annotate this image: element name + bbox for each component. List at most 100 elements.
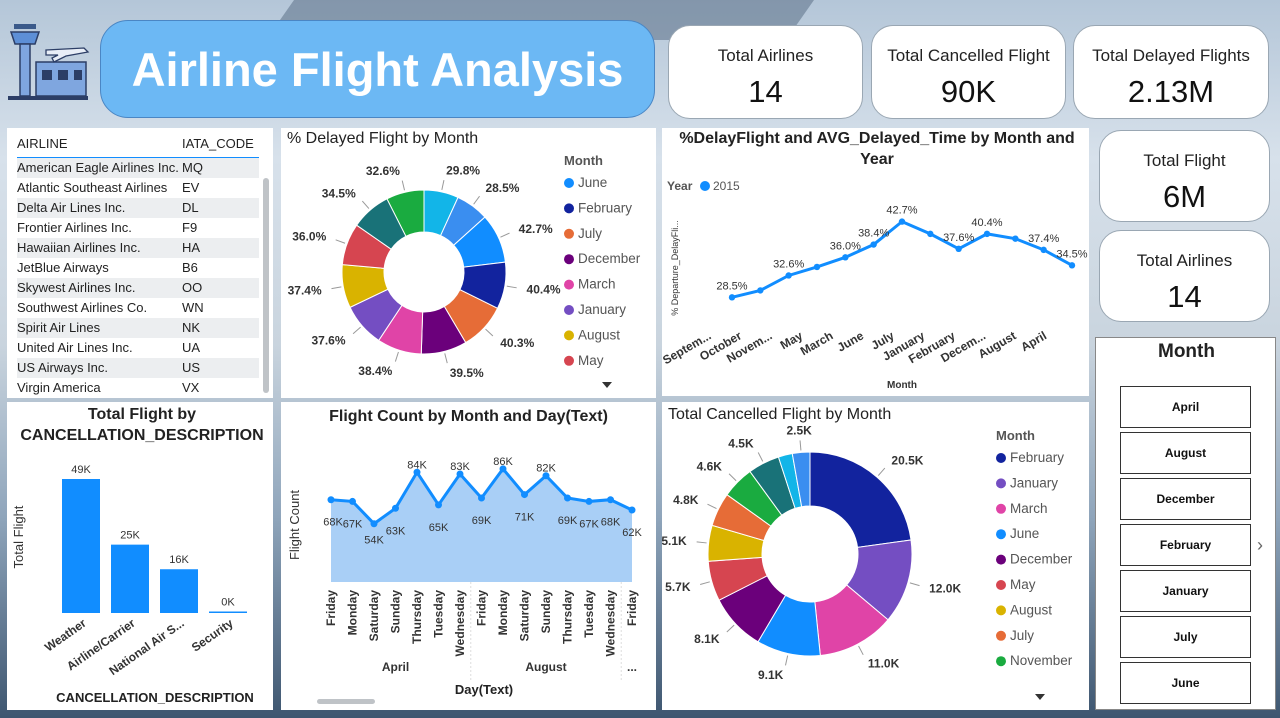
y-axis-label: Total Flight <box>11 505 26 568</box>
table-row[interactable]: Delta Air Lines Inc. DL <box>17 198 259 218</box>
table-row[interactable]: Frontier Airlines Inc. F9 <box>17 218 259 238</box>
x-tick-label: Sunday <box>539 590 553 634</box>
slicer-item-january[interactable]: January <box>1120 570 1251 612</box>
legend-item: 2015 <box>713 179 740 193</box>
legend-item: July <box>1010 628 1034 643</box>
series-point <box>813 263 821 271</box>
airline-name: US Airways Inc. <box>17 360 109 375</box>
table-row[interactable]: Hawaiian Airlines Inc. HA <box>17 238 259 258</box>
point-data-label: 65K <box>429 522 449 534</box>
slice-data-label: 4.6K <box>697 460 723 474</box>
legend-item: May <box>1010 577 1036 592</box>
x-tick-label: Sunday <box>389 590 403 634</box>
series-point <box>927 230 934 238</box>
point-data-label: 86K <box>493 456 513 468</box>
table-row[interactable]: Skywest Airlines Inc. OO <box>17 278 259 298</box>
bar-data-label: 49K <box>71 464 91 476</box>
column-header-airline[interactable]: AIRLINE <box>17 136 68 151</box>
x-tick-label: Thursday <box>561 590 575 644</box>
airline-name: Frontier Airlines Inc. <box>17 220 132 235</box>
slice-data-label: 32.6% <box>366 164 400 178</box>
slicer-item-february[interactable]: February <box>1120 524 1251 566</box>
table-row[interactable]: Spirit Air Lines NK <box>17 318 259 338</box>
chevron-right-icon[interactable]: › <box>1257 535 1263 556</box>
table-row[interactable]: JetBlue Airways B6 <box>17 258 259 278</box>
point-data-label: 68K <box>323 517 343 529</box>
legend-marker <box>996 605 1006 616</box>
slicer-item-december[interactable]: December <box>1120 478 1251 520</box>
delay-trend-panel: %DelayFlight and AVG_Delayed_Time by Mon… <box>662 128 1089 396</box>
x-tick-label: Thursday <box>410 590 424 644</box>
slicer-item-june[interactable]: June <box>1120 662 1251 704</box>
x-tick-label: Tuesday <box>432 590 446 638</box>
table-row[interactable]: American Eagle Airlines Inc. MQ <box>17 158 259 178</box>
slicer-item-july[interactable]: July <box>1120 616 1251 658</box>
leader-line <box>877 467 886 476</box>
airline-name: Southwest Airlines Co. <box>17 300 148 315</box>
horizontal-scrollbar[interactable] <box>317 699 375 704</box>
iata-code: UA <box>182 340 201 355</box>
legend-marker <box>996 529 1006 540</box>
delayed-by-month-panel: % Delayed Flight by Month 29.8% 28.5% 42.7… <box>281 128 656 398</box>
slice-data-label: 37.4% <box>288 283 322 297</box>
leader-line <box>696 541 707 544</box>
leader-line <box>485 328 494 337</box>
iata-code: EV <box>182 180 200 195</box>
table-row[interactable]: US Airways Inc. US <box>17 358 259 378</box>
slice-data-label: 20.5K <box>891 453 923 467</box>
legend-marker <box>996 630 1006 641</box>
series-point <box>564 494 571 502</box>
slice-data-label: 4.5K <box>728 437 754 451</box>
slice-data-label: 9.1K <box>758 668 784 682</box>
airline-name: Virgin America <box>17 380 101 395</box>
x-group-label: April <box>382 660 409 674</box>
point-data-label: 37.4% <box>1028 233 1059 245</box>
table-scrollbar[interactable] <box>263 178 269 393</box>
series-point <box>785 272 792 279</box>
cancellation-panel: Total Flight by CANCELLATION_DESCRIPTION… <box>7 402 273 710</box>
iata-code: OO <box>182 280 203 295</box>
legend-item: May <box>578 353 604 368</box>
bar <box>62 479 100 613</box>
series-point <box>327 496 335 504</box>
point-data-label: 62K <box>622 527 642 539</box>
kpi-label: Total Flight <box>1143 151 1226 170</box>
airline-name: Hawaiian Airlines Inc. <box>17 240 141 255</box>
airport-tower-icon <box>6 22 90 102</box>
slice-data-label: 40.4% <box>527 282 561 296</box>
leader-line <box>441 180 445 191</box>
airline-name: American Eagle Airlines Inc. <box>17 160 179 175</box>
slice-data-label: 4.8K <box>673 493 699 507</box>
kpi-label: Total Delayed Flights <box>1092 46 1250 65</box>
legend-marker <box>996 453 1006 463</box>
x-tick-label: April <box>1018 328 1049 354</box>
leader-line <box>726 624 735 633</box>
kpi-value: 14 <box>748 74 783 109</box>
cancelled-by-month-panel: Total Cancelled Flight by Month 20.5K 12.… <box>662 402 1089 710</box>
table-row[interactable]: Virgin America VX <box>17 378 259 398</box>
leader-line <box>909 582 920 587</box>
kpi-value: 14 <box>1167 279 1202 314</box>
table-row[interactable]: Atlantic Southeast Airlines EV <box>17 178 259 198</box>
x-tick-label: Saturday <box>518 590 532 642</box>
leader-line <box>331 286 342 290</box>
legend-item: January <box>1010 475 1058 490</box>
table-row[interactable]: United Air Lines Inc. UA <box>17 338 259 358</box>
slicer-item-august[interactable]: August <box>1120 432 1251 474</box>
point-data-label: 84K <box>407 459 427 471</box>
legend-title: Month <box>996 428 1035 443</box>
bar <box>160 569 198 613</box>
legend-marker <box>996 503 1006 514</box>
slicer-item-april[interactable]: April <box>1120 386 1251 428</box>
x-tick-label: Wednesday <box>604 590 618 657</box>
legend-item: February <box>578 200 632 215</box>
legend-marker <box>996 580 1006 590</box>
slice-data-label: 5.1K <box>662 534 687 548</box>
table-row[interactable]: Southwest Airlines Co. WN <box>17 298 259 318</box>
kpi-value: 6M <box>1162 179 1207 214</box>
column-header-iata[interactable]: IATA_CODE <box>182 136 254 151</box>
point-data-label: 42.7% <box>886 205 917 217</box>
point-data-label: 32.6% <box>773 258 804 270</box>
x-group-label: August <box>525 660 566 674</box>
legend-item: June <box>1010 526 1039 541</box>
